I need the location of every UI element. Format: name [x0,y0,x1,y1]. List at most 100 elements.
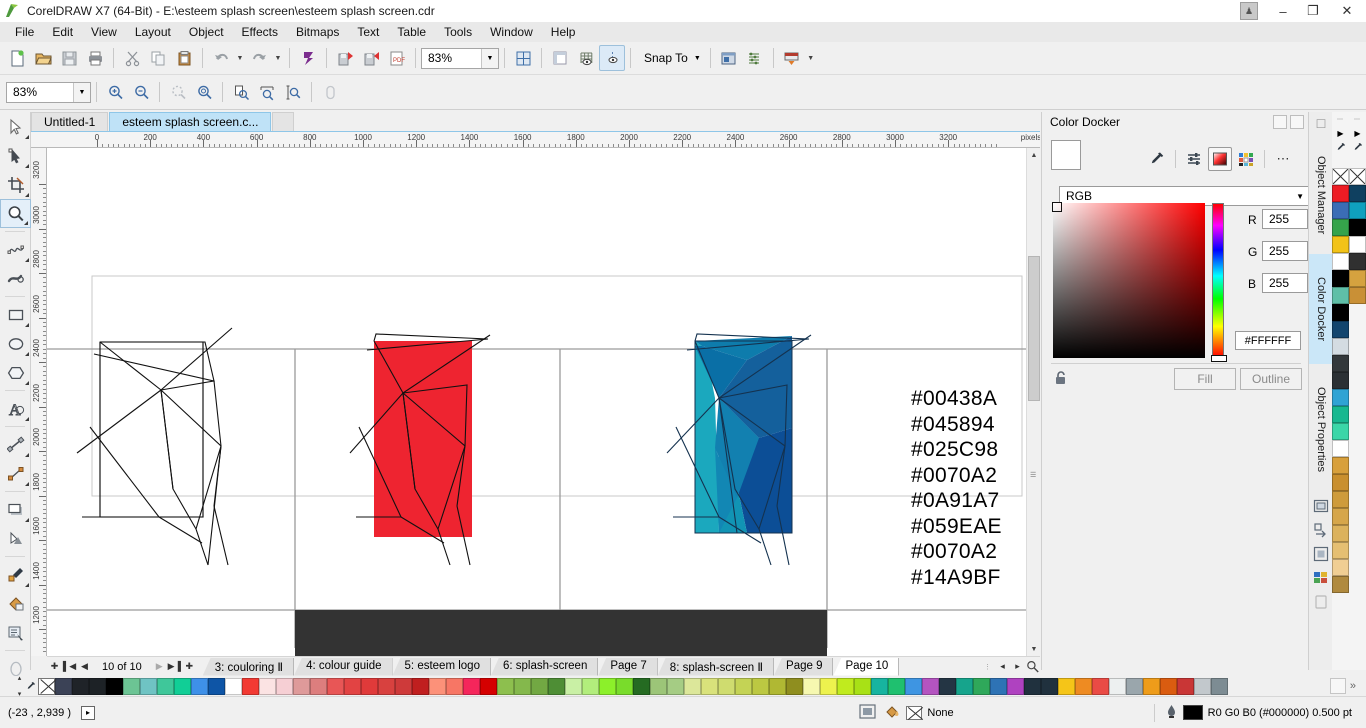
menu-bitmaps[interactable]: Bitmaps [287,23,348,41]
flyout-arrow-icon[interactable] [25,135,29,139]
application-launcher-icon[interactable] [779,45,805,71]
more-options-icon[interactable]: ⋯ [1271,147,1295,171]
palette-swatch[interactable] [837,677,854,695]
flyout-arrow-icon[interactable] [25,381,29,385]
document-tab-esteem[interactable]: esteem splash screen.c... [109,112,272,131]
palette-swatch[interactable] [1332,236,1349,253]
smart-fill-tool[interactable] [0,618,31,647]
palette-swatch[interactable] [939,677,956,695]
transformations-icon[interactable] [1309,518,1333,542]
options-icon[interactable] [716,45,742,71]
interactive-fill-tool[interactable] [0,589,31,618]
palette-swatch[interactable] [1332,355,1349,372]
flyout-arrow-icon[interactable] [25,352,29,356]
docker-tab-color-docker[interactable]: Color Docker [1309,254,1333,364]
palette-swatch[interactable] [89,677,106,695]
palette-swatch[interactable] [361,677,378,695]
channel-input-b[interactable]: 255 [1262,273,1308,293]
color-eyedropper-tool[interactable] [0,560,31,589]
menu-text[interactable]: Text [348,23,388,41]
menu-layout[interactable]: Layout [126,23,180,41]
flyout-arrow-icon[interactable] [25,583,29,587]
page-tab-10[interactable]: Page 10 [833,657,900,676]
palette-swatch[interactable] [174,677,191,695]
ellipse-tool[interactable] [0,329,31,358]
full-screen-preview-icon[interactable] [510,45,536,71]
palette-column-right[interactable]: ⋯ ▶ [1349,112,1366,670]
palette-swatch[interactable] [633,677,650,695]
zoom-tool[interactable] [0,199,31,228]
palette-swatch[interactable] [1349,270,1366,287]
palette-swatch[interactable] [1349,253,1366,270]
palette-swatch[interactable] [225,677,242,695]
channel-input-g[interactable]: 255 [1262,241,1308,261]
straight-line-connector-tool[interactable] [0,459,31,488]
palette-expand-icon[interactable]: » [1350,680,1366,692]
palette-swatch-none[interactable] [38,677,55,695]
hex-color-input[interactable]: #FFFFFF [1235,331,1301,350]
paste-icon[interactable] [171,45,197,71]
palette-swatch[interactable] [293,677,310,695]
zoom-to-page-width-icon[interactable] [254,79,280,105]
zoom-to-page-icon[interactable] [228,79,254,105]
export-icon[interactable] [358,45,384,71]
shape-tool[interactable] [0,141,31,170]
menu-tools[interactable]: Tools [435,23,481,41]
color-sliders-icon[interactable] [1182,147,1206,171]
chevron-down-icon[interactable]: ▼ [1296,187,1304,205]
palette-swatch[interactable] [871,677,888,695]
toggle-view-icon[interactable] [317,79,343,105]
palette-swatch[interactable] [1177,677,1194,695]
scroll-up-arrow-icon[interactable]: ▲ [1027,148,1040,162]
palette-swatch[interactable] [1349,287,1366,304]
palette-swatch[interactable] [1160,677,1177,695]
palette-swatch[interactable] [1126,677,1143,695]
palette-swatch[interactable] [1332,491,1349,508]
palette-swatch[interactable] [820,677,837,695]
flyout-arrow-icon[interactable] [25,482,29,486]
palette-swatch[interactable] [616,677,633,695]
color-palettes-icon[interactable] [1234,147,1258,171]
palette-swatch[interactable] [259,677,276,695]
palette-swatch[interactable] [395,677,412,695]
zoom-level-combo-top[interactable]: 83% ▼ [421,47,499,69]
flyout-arrow-icon[interactable] [25,258,29,262]
parallel-dimension-tool[interactable] [0,430,31,459]
menu-edit[interactable]: Edit [43,23,82,41]
flyout-arrow-icon[interactable] [25,164,29,168]
redo-icon[interactable] [246,45,272,71]
palette-swatch[interactable] [1332,389,1349,406]
rectangle-tool[interactable] [0,300,31,329]
palette-eyedropper-icon[interactable] [1332,140,1349,154]
palette-swatch[interactable] [1332,287,1349,304]
docker-collapse-icon[interactable]: ☐ [1309,112,1333,136]
palette-swatch[interactable] [1332,338,1349,355]
close-icon[interactable] [1290,115,1304,129]
palette-swatch[interactable] [1332,406,1349,423]
palette-swatch[interactable] [157,677,174,695]
palette-swatch[interactable] [1349,236,1366,253]
palette-swatch[interactable] [344,677,361,695]
palette-swatch[interactable] [599,677,616,695]
palette-swatch[interactable] [565,677,582,695]
show-rulers-icon[interactable] [547,45,573,71]
copy-icon[interactable] [145,45,171,71]
palette-swatch[interactable] [973,677,990,695]
palette-swatch[interactable] [1075,677,1092,695]
palette-swatch[interactable] [191,677,208,695]
palette-swatch[interactable] [310,677,327,695]
first-page-button[interactable]: ▌◀ [62,658,77,676]
redo-dropdown-arrow[interactable]: ▼ [272,45,284,71]
palette-swatch[interactable] [803,677,820,695]
palette-swatch[interactable] [1024,677,1041,695]
menu-object[interactable]: Object [180,23,233,41]
palette-swatch[interactable] [650,677,667,695]
status-expand-button[interactable]: ▸ [80,705,95,720]
scrollbar-thumb[interactable] [1028,256,1040,401]
vertical-ruler[interactable]: 3200 3000 2800 2600 2400 2200 2000 1800 1600 1400… [31,148,47,656]
add-page-before-icon[interactable]: ✚ [47,658,62,676]
palette-swatch[interactable] [1092,677,1109,695]
show-grid-icon[interactable] [573,45,599,71]
palette-swatch[interactable] [1332,219,1349,236]
fill-button[interactable]: Fill [1174,368,1236,390]
